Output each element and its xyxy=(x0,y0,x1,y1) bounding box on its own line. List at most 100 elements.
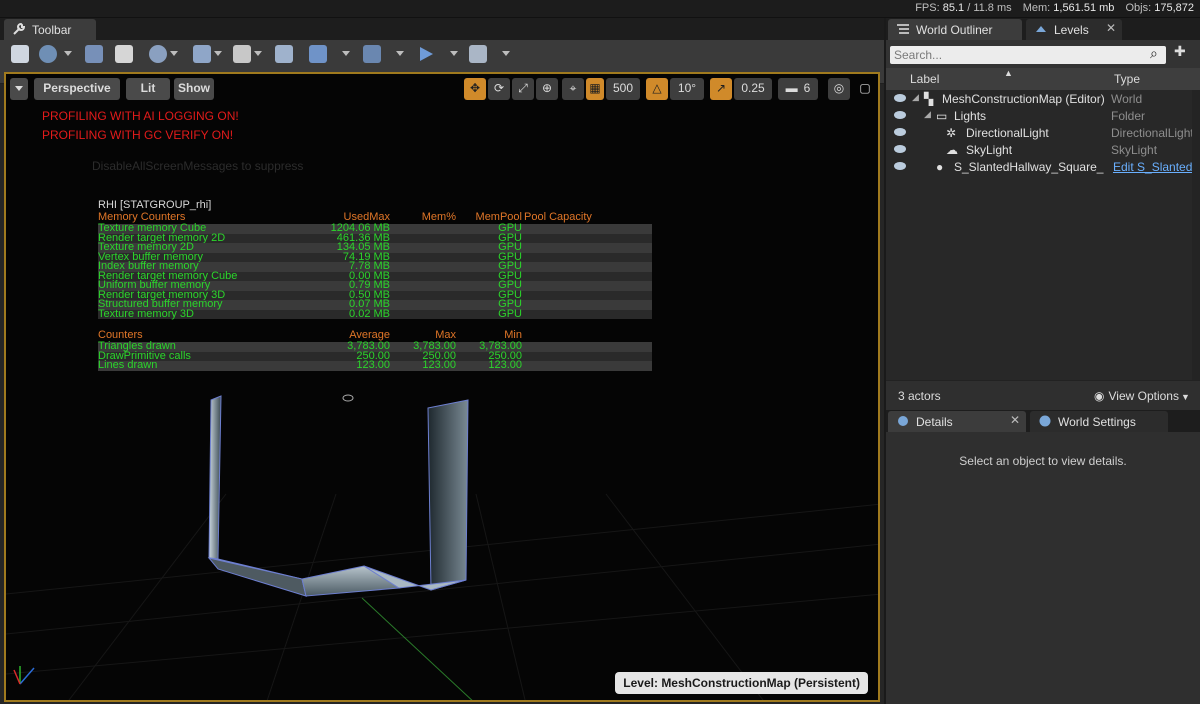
stat-cell: Lines drawn xyxy=(98,359,158,371)
tab-world-settings[interactable]: World Settings xyxy=(1030,411,1168,432)
grid-size-button[interactable]: 500 xyxy=(606,78,640,100)
outliner-scrollbar[interactable] xyxy=(1192,90,1200,380)
tree-item-label: DirectionalLight xyxy=(966,126,1049,140)
lit-button[interactable]: Lit xyxy=(126,78,170,100)
tree-row-world[interactable]: ◢ ▚ MeshConstructionMap (Editor) World xyxy=(886,92,1192,109)
y-axis-line xyxy=(361,597,473,700)
right-panel: World Outliner Levels ✕ Search... ⌕ ✚ La… xyxy=(886,18,1200,704)
eye-icon[interactable] xyxy=(894,111,906,119)
perf-stats: FPS: 85.1 / 11.8 ms Mem: 1,561.51 mb Obj… xyxy=(915,2,1194,14)
frame-ms: / 11.8 ms xyxy=(967,2,1012,14)
eye-icon[interactable] xyxy=(894,145,906,153)
chevron-down-icon xyxy=(450,51,458,56)
chevron-down-icon xyxy=(64,51,72,56)
add-actor-icon[interactable]: ✚ xyxy=(1174,43,1186,60)
search-icon: ⌕ xyxy=(1150,45,1158,61)
tab-world-outliner[interactable]: World Outliner xyxy=(888,19,1022,40)
perspective-button[interactable]: Perspective xyxy=(34,78,120,100)
viewport-options-button[interactable] xyxy=(10,78,28,100)
objs-label: Objs: xyxy=(1125,2,1152,14)
rotation-snap-button[interactable]: 10° xyxy=(670,78,704,100)
eye-icon[interactable] xyxy=(894,162,906,170)
source-control-button[interactable] xyxy=(36,42,72,66)
tab-details[interactable]: Details ✕ xyxy=(888,411,1026,432)
save-button[interactable] xyxy=(8,42,30,66)
eye-icon[interactable] xyxy=(894,128,906,136)
build-icon xyxy=(275,45,293,63)
tree-row-skylight[interactable]: ☁ SkyLight SkyLight xyxy=(886,143,1192,160)
chevron-down-icon xyxy=(15,86,23,91)
maximize-viewport-button[interactable]: ◎ xyxy=(828,78,850,100)
rotate-mode-button[interactable]: ⟳ xyxy=(488,78,510,100)
show-label: Show xyxy=(178,81,210,95)
launch-icon xyxy=(469,45,487,63)
surface-snap-button[interactable]: ⌖ xyxy=(562,78,584,100)
launch-button[interactable] xyxy=(466,42,510,66)
close-icon[interactable]: ✕ xyxy=(1106,21,1116,35)
blueprints-button[interactable] xyxy=(190,42,222,66)
col-type[interactable]: Type xyxy=(1114,72,1140,86)
world-space-button[interactable]: ⊕ xyxy=(536,78,558,100)
view-options-button[interactable]: ◉ View Options ▼ xyxy=(1094,389,1190,403)
col-label[interactable]: Label xyxy=(910,72,939,86)
lit-label: Lit xyxy=(140,81,156,95)
settings-button[interactable] xyxy=(146,42,178,66)
build-button[interactable] xyxy=(272,42,294,66)
outliner-tree: ◢ ▚ MeshConstructionMap (Editor) World ◢… xyxy=(886,90,1200,380)
expand-arrow-icon[interactable]: ◢ xyxy=(912,92,919,103)
stat-cell: 123.00 xyxy=(488,359,522,371)
mem-value: 1,561.51 mb xyxy=(1053,2,1115,14)
edit-mesh-link[interactable]: Edit S_SlantedH xyxy=(1113,160,1200,174)
stat-cell: GPU xyxy=(498,307,522,320)
rotation-snap-value: 10° xyxy=(677,81,697,95)
tree-row-static-mesh[interactable]: ● S_SlantedHallway_Square_ Edit S_Slante… xyxy=(886,160,1200,177)
chevron-down-icon: ▼ xyxy=(1180,392,1190,402)
outliner-footer: 3 actors ◉ View Options ▼ xyxy=(886,380,1200,410)
expand-arrow-icon[interactable]: ◢ xyxy=(924,109,931,120)
translate-mode-button[interactable]: ✥ xyxy=(464,78,486,100)
camera-speed-button[interactable]: ▬ 6 xyxy=(778,78,818,100)
gear-icon xyxy=(149,45,167,63)
compile-button[interactable] xyxy=(306,42,350,66)
tree-item-label: S_SlantedHallway_Square_ xyxy=(954,160,1104,174)
wrench-icon xyxy=(13,22,26,35)
play-icon xyxy=(420,47,433,61)
outliner-search-input[interactable]: Search... xyxy=(890,46,1166,64)
eye-icon[interactable] xyxy=(894,94,906,102)
level-viewport[interactable]: Perspective Lit Show ✥ ⟳ ⤢ ⊕ ⌖ ▦ 500 △ 1… xyxy=(4,72,880,702)
col-mem-pct: Mem% xyxy=(421,211,456,223)
outliner-column-header: Label ▲ Type xyxy=(886,68,1200,90)
editor-main: Toolbar Perspective Lit Show ✥ ⟳ ⤢ ⊕ ⌖ ▦… xyxy=(0,18,884,704)
content-button[interactable] xyxy=(82,42,104,66)
details-empty-message: Select an object to view details. xyxy=(959,454,1127,468)
details-panel: Details ✕ World Settings Select an objec… xyxy=(886,410,1200,704)
globe-icon xyxy=(1039,415,1051,427)
skylight-sprite-icon xyxy=(342,394,354,402)
show-button[interactable]: Show xyxy=(174,78,214,100)
scale-mode-button[interactable]: ⤢ xyxy=(512,78,534,100)
viewport-toolbar: Perspective Lit Show ✥ ⟳ ⤢ ⊕ ⌖ ▦ 500 △ 1… xyxy=(6,74,878,104)
eye-icon: ◉ xyxy=(1094,389,1105,403)
tab-toolbar[interactable]: Toolbar xyxy=(4,19,96,40)
cinematics-button[interactable] xyxy=(230,42,262,66)
scale-snap-button[interactable]: 0.25 xyxy=(734,78,772,100)
tree-row-lights[interactable]: ◢ ▭ Lights Folder xyxy=(886,109,1192,126)
tab-details-label: Details xyxy=(916,415,953,429)
close-icon[interactable]: ✕ xyxy=(1010,413,1020,427)
levels-icon xyxy=(1036,26,1046,32)
chevron-down-icon xyxy=(170,51,178,56)
restore-viewport-icon[interactable]: ▢ xyxy=(856,78,874,100)
tree-item-type: World xyxy=(1111,92,1143,106)
grid-snap-button[interactable]: ▦ xyxy=(586,78,604,100)
tab-levels[interactable]: Levels ✕ xyxy=(1026,19,1122,40)
tree-row-directionallight[interactable]: ✲ DirectionalLight DirectionalLight xyxy=(886,126,1194,143)
tree-item-label: SkyLight xyxy=(966,143,1013,157)
mesh-floor-segment-1b xyxy=(207,557,307,597)
directional-light-icon: ✲ xyxy=(946,126,957,140)
marketplace-button[interactable] xyxy=(112,42,134,66)
build-lighting-button[interactable] xyxy=(360,42,404,66)
rotation-snap-toggle[interactable]: △ xyxy=(646,78,668,100)
scale-snap-toggle[interactable]: ↗ xyxy=(710,78,732,100)
play-button[interactable] xyxy=(414,42,458,66)
tab-toolbar-label: Toolbar xyxy=(32,23,72,37)
